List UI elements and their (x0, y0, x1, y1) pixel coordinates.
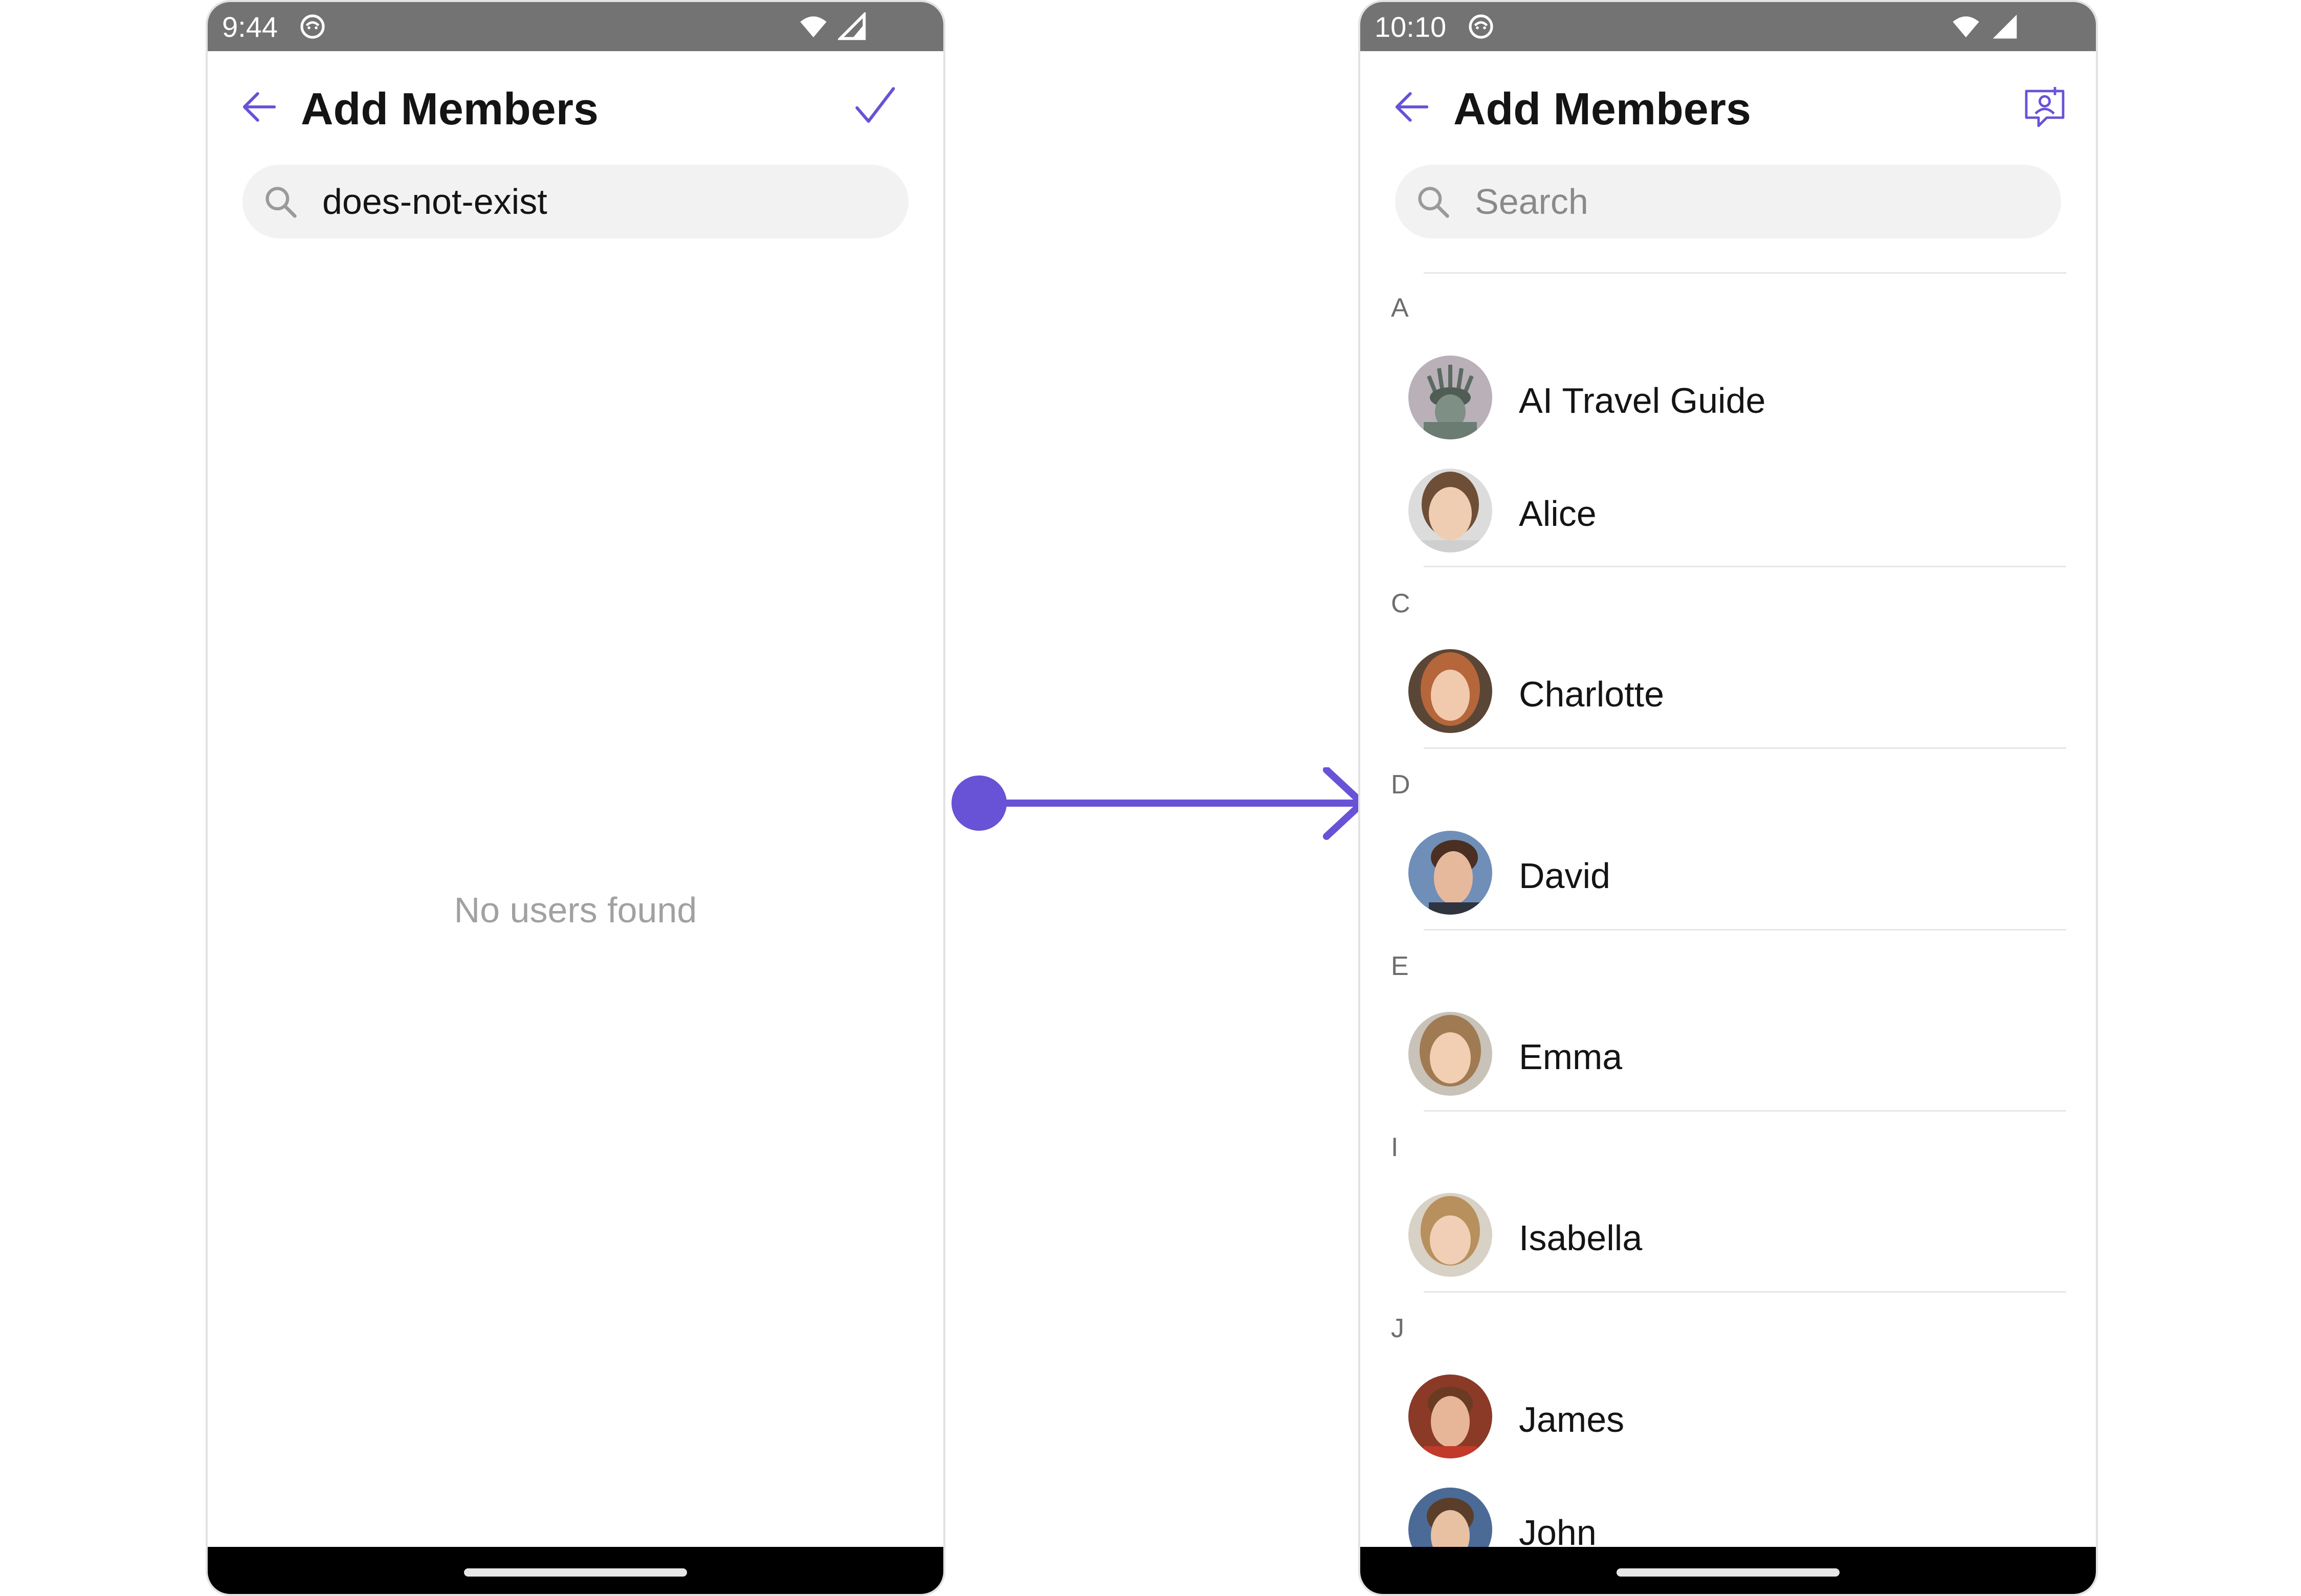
search-input[interactable]: Search (1395, 165, 2061, 238)
status-time: 9:44 (222, 10, 278, 43)
left-phone-screen: 9:44 Add Members does-not-exist No users… (206, 0, 945, 1596)
section-header-j: J (1391, 1314, 1404, 1343)
user-name: AI Travel Guide (1519, 381, 1766, 420)
avatar (1408, 1375, 1492, 1458)
row-divider (1424, 1110, 2066, 1112)
list-item[interactable]: Charlotte (1360, 635, 2096, 747)
status-bar: 10:10 (1360, 2, 2096, 51)
search-icon (1418, 187, 1449, 218)
section-header-d: D (1391, 770, 1410, 800)
transition-arrow (952, 767, 1366, 840)
row-divider (1424, 747, 2066, 749)
add-user-icon[interactable] (2020, 83, 2069, 132)
signal-icon (1993, 14, 2017, 39)
checkmark-icon[interactable] (851, 83, 897, 129)
wifi-icon (800, 16, 827, 37)
signal-icon (838, 12, 866, 40)
user-name: Emma (1519, 1037, 1623, 1077)
right-phone-screen: 10:10 Add Members Search A AI Travel Gui… (1358, 0, 2098, 1596)
user-name: Charlotte (1519, 674, 1665, 714)
arrow-left-icon[interactable] (1392, 87, 1432, 127)
row-divider (1424, 566, 2066, 567)
user-name: James (1519, 1400, 1625, 1439)
user-name: Isabella (1519, 1218, 1643, 1258)
search-icon (266, 187, 297, 218)
avatar (1408, 1012, 1492, 1096)
home-handle[interactable] (1617, 1568, 1840, 1577)
page-title: Add Members (301, 83, 599, 134)
app-notification-icon (1469, 14, 1493, 39)
list-item[interactable]: Emma (1360, 997, 2096, 1110)
arrow-left-icon[interactable] (239, 87, 279, 127)
avatar (1408, 469, 1492, 552)
section-header-e: E (1391, 951, 1409, 981)
user-name: Alice (1519, 494, 1597, 534)
header: Add Members (1360, 51, 2096, 169)
search-input[interactable]: does-not-exist (242, 165, 909, 238)
avatar (1408, 831, 1492, 915)
row-divider (1424, 929, 2066, 930)
status-time: 10:10 (1375, 10, 1447, 43)
header: Add Members (208, 51, 943, 169)
home-handle[interactable] (464, 1568, 687, 1577)
avatar (1408, 649, 1492, 733)
list-item[interactable]: AI Travel Guide (1360, 341, 2096, 454)
avatar (1408, 1193, 1492, 1277)
search-value[interactable]: does-not-exist (322, 181, 547, 222)
navigation-bar (208, 1547, 943, 1594)
user-name: David (1519, 856, 1610, 896)
avatar (1408, 356, 1492, 439)
empty-state-message: No users found (454, 890, 697, 930)
section-header-i: I (1391, 1133, 1399, 1162)
section-header-c: C (1391, 589, 1410, 618)
search-placeholder[interactable]: Search (1475, 181, 1588, 222)
page-title: Add Members (1453, 83, 1751, 134)
app-notification-icon (300, 14, 325, 39)
wifi-icon (1953, 16, 1979, 37)
list-item[interactable]: David (1360, 816, 2096, 929)
list-item[interactable]: Isabella (1360, 1179, 2096, 1291)
list-top-divider (1424, 272, 2066, 274)
list-item[interactable]: James (1360, 1360, 2096, 1473)
section-header-a: A (1391, 293, 1409, 323)
list-item[interactable]: Alice (1360, 454, 2096, 567)
row-divider (1424, 1291, 2066, 1293)
status-bar: 9:44 (208, 2, 943, 51)
navigation-bar (1360, 1547, 2096, 1594)
